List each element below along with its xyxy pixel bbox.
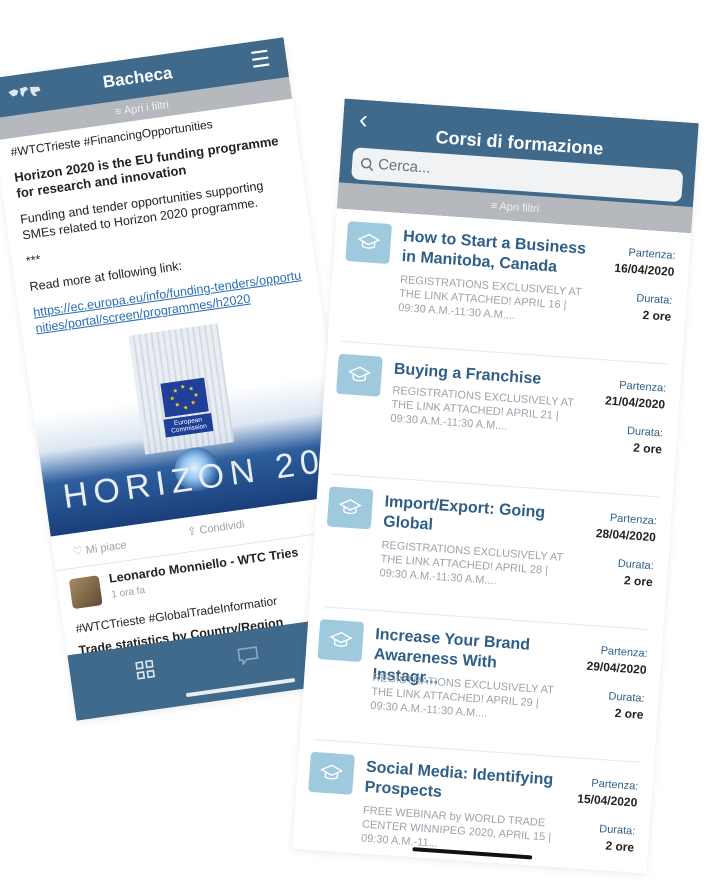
like-label: Mi piace [85, 539, 128, 557]
share-button[interactable]: ⇪ Condividi [186, 518, 246, 539]
share-label: Condividi [198, 518, 246, 537]
start-label: Partenza: [628, 246, 676, 262]
like-button[interactable]: ♡ Mi piace [72, 538, 127, 558]
course-description: REGISTRATIONS EXCLUSIVELY AT THE LINK AT… [397, 273, 582, 322]
grid-icon[interactable] [135, 659, 156, 680]
course-meta: Partenza: 16/04/2020 Durata: 2 ore [611, 246, 676, 324]
home-indicator [185, 677, 296, 698]
course-item[interactable]: How to Start a Business in Manitoba, Can… [341, 209, 678, 365]
duration-label: Durata: [635, 292, 673, 307]
course-item[interactable]: Buying a Franchise REGISTRATIONS EXCLUSI… [332, 341, 668, 498]
start-label: Partenza: [590, 777, 639, 793]
start-label: Partenza: [609, 512, 658, 528]
avatar[interactable] [68, 575, 103, 610]
corsi-screen: ‹ Corsi di formazione Cerca... ≡ Apri fi… [292, 98, 699, 874]
duration-value: 2 ore [632, 440, 663, 457]
start-date: 29/04/2020 [586, 658, 648, 677]
heart-icon: ♡ [72, 545, 84, 559]
share-icon: ⇪ [186, 525, 198, 539]
duration-label: Durata: [626, 425, 664, 440]
duration-value: 2 ore [614, 705, 644, 722]
post-card: #WTCTrieste #FinancingOpportunities Hori… [0, 99, 320, 339]
duration-label: Durata: [608, 690, 645, 705]
filter-label: Apri i filtri [123, 98, 170, 118]
course-item[interactable]: Increase Your Brand Awareness With Insta… [313, 607, 650, 763]
graduation-cap-icon [317, 619, 365, 663]
course-description: REGISTRATIONS EXCLUSIVELY AT THE LINK AT… [390, 384, 575, 433]
course-title: How to Start a Business in Manitoba, Can… [401, 227, 587, 276]
course-meta: Partenza: 21/04/2020 Durata: 2 ore [602, 378, 667, 456]
course-item[interactable]: Import/Export: Going Global REGISTRATION… [323, 474, 659, 631]
duration-label: Durata: [598, 823, 636, 838]
start-label: Partenza: [600, 644, 649, 661]
graduation-cap-icon [308, 751, 355, 795]
hamburger-menu-icon[interactable]: ☰ [249, 45, 272, 73]
graduation-cap-icon [336, 353, 383, 397]
start-date: 28/04/2020 [595, 526, 657, 545]
filter-label: Apri filtri [499, 200, 540, 216]
start-date: 15/04/2020 [576, 791, 638, 810]
course-description: REGISTRATIONS EXCLUSIVELY AT THE LINK AT… [379, 539, 564, 588]
graduation-cap-icon [326, 486, 374, 530]
search-placeholder: Cerca... [377, 156, 432, 177]
course-meta: Partenza: 29/04/2020 Durata: 2 ore [583, 644, 648, 722]
chat-icon[interactable] [236, 645, 260, 666]
start-label: Partenza: [618, 379, 667, 395]
start-date: 16/04/2020 [613, 260, 675, 279]
course-list: How to Start a Business in Manitoba, Can… [292, 208, 691, 873]
graduation-cap-icon [345, 221, 393, 265]
course-meta: Partenza: 15/04/2020 Durata: 2 ore [574, 777, 639, 855]
eu-flag-icon: ★ ★ ★ ★ ★ ★ ★ ★ [160, 377, 209, 418]
course-title: Import/Export: Going Global [382, 493, 546, 534]
duration-value: 2 ore [623, 573, 654, 590]
search-icon [360, 157, 374, 172]
course-meta: Partenza: 28/04/2020 Durata: 2 ore [592, 511, 657, 589]
start-date: 21/04/2020 [604, 393, 666, 412]
course-title: Social Media: Identifying Prospects [364, 758, 554, 801]
duration-value: 2 ore [605, 838, 635, 855]
duration-label: Durata: [617, 557, 655, 573]
duration-value: 2 ore [642, 307, 672, 324]
